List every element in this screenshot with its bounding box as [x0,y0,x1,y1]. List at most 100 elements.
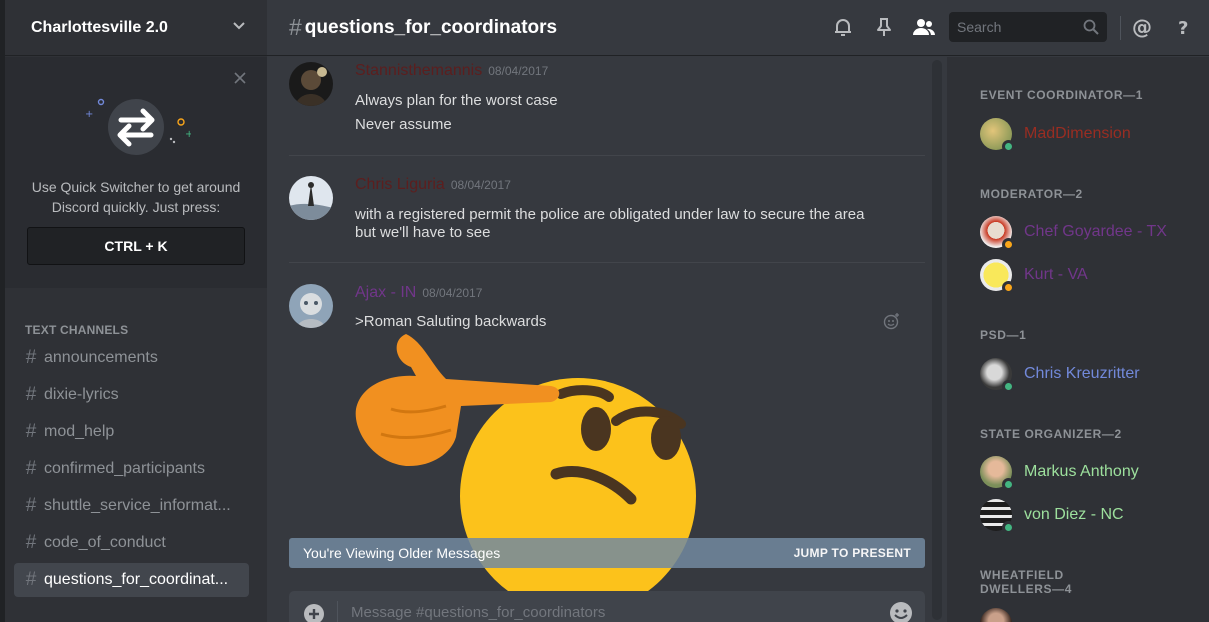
member-name: Kurt - VA [1024,266,1088,283]
member-item[interactable] [980,606,1200,622]
help-icon[interactable]: ? [1172,15,1196,39]
search-icon [1083,19,1099,35]
toolbar-divider [1120,16,1121,40]
avatar[interactable] [289,284,333,328]
hashtag-icon: # [25,458,37,479]
members-icon[interactable] [912,15,936,39]
server-name: Charlottesville 2.0 [31,18,168,36]
emoji-picker-icon[interactable] [889,601,913,622]
status-online-indicator [1002,521,1015,534]
message-text: Always plan for the worst case [355,92,558,109]
member-name: von Diez - NC [1024,506,1124,523]
status-idle-indicator [1002,238,1015,251]
mention-icon[interactable]: @ [1130,15,1154,39]
role-header: EVENT COORDINATOR—1 [980,88,1143,102]
hashtag-icon: # [25,569,37,590]
search-input[interactable]: Search [949,12,1107,42]
svg-text:@: @ [1132,15,1152,39]
timestamp: 08/04/2017 [450,178,511,192]
channel-mod-help[interactable]: # mod_help [14,415,249,449]
member-item[interactable]: Chris Kreuzritter [980,356,1200,393]
author-name[interactable]: Ajax - IN [355,284,416,301]
status-online-indicator [1002,140,1015,153]
avatar[interactable] [289,176,333,220]
channel-label: mod_help [44,423,115,440]
member-list[interactable]: EVENT COORDINATOR—1 MadDimension MODERAT… [947,57,1209,622]
channel-announcements[interactable]: # announcements [14,341,249,375]
quick-switcher-promo: + + Use Quick Switcher to get around Dis… [5,57,267,288]
channel-questions-for-coordinators[interactable]: # questions_for_coordinat... [14,563,249,597]
member-item[interactable]: MadDimension [980,116,1200,153]
message-text: >Roman Saluting backwards [355,313,547,330]
avatar [980,358,1015,393]
hashtag-icon: # [25,421,37,442]
hashtag-icon: # [25,347,37,368]
chevron-down-icon [233,22,245,30]
svg-text:?: ? [1178,18,1188,39]
channel-code-of-conduct[interactable]: # code_of_conduct [14,526,249,560]
role-header: MODERATOR—2 [980,187,1083,201]
search-placeholder: Search [957,19,1002,35]
older-messages-bar[interactable]: You're Viewing Older Messages JUMP TO PR… [289,538,925,568]
role-header: PSD—1 [980,328,1027,342]
channel-shuttle-service[interactable]: # shuttle_service_informat... [14,489,249,523]
timestamp: 08/04/2017 [422,286,483,300]
author-name[interactable]: Stannisthemannis [355,62,482,79]
avatar [980,456,1015,491]
server-header[interactable]: Charlottesville 2.0 [5,0,267,56]
member-name: Markus Anthony [1024,463,1139,480]
message-text: but we'll have to see [355,224,491,241]
svg-text:+: + [185,129,191,140]
upload-plus-icon[interactable] [303,603,325,622]
jump-to-present-button[interactable]: JUMP TO PRESENT [794,546,911,560]
channel-title: # questions_for_coordinators [289,14,557,41]
channel-label: dixie-lyrics [44,386,119,403]
avatar [980,216,1015,251]
shortcut-key: CTRL + K [27,227,245,265]
channel-header: # questions_for_coordinators Search @ ? [267,0,1209,56]
quick-switcher-tip: Use Quick Switcher to get around Discord… [31,179,241,215]
composer-divider [337,601,338,622]
close-icon[interactable] [233,71,247,85]
member-item[interactable]: Chef Goyardee - TX [980,214,1200,251]
member-name: Chef Goyardee - TX [1024,223,1167,240]
hashtag-icon: # [289,14,302,40]
role-header: STATE ORGANIZER—2 [980,427,1122,441]
add-reaction-icon[interactable] [883,312,901,330]
svg-text:+: + [85,109,93,120]
hashtag-icon: # [25,532,37,553]
channel-title-text: questions_for_coordinators [304,16,558,38]
pin-icon[interactable] [872,15,896,39]
channel-confirmed-participants[interactable]: # confirmed_participants [14,452,249,486]
channel-category-label[interactable]: TEXT CHANNELS [25,323,128,337]
member-name: Chris Kreuzritter [1024,365,1140,382]
status-idle-indicator [1002,281,1015,294]
channel-label: shuttle_service_informat... [44,497,231,514]
message-header: Chris Liguria 08/04/2017 [355,176,511,194]
status-online-indicator [1002,380,1015,393]
avatar [980,499,1015,534]
role-header: WHEATFIELD DWELLERS—4 [980,568,1073,596]
message-text: with a registered permit the police are … [355,206,865,223]
avatar [980,259,1015,294]
quick-switcher-illustration: + + [85,98,191,155]
avatar [980,608,1012,622]
message-composer[interactable]: Message #questions_for_coordinators [289,591,925,622]
message-input[interactable]: Message #questions_for_coordinators [351,604,605,621]
avatar[interactable] [289,62,333,106]
member-item[interactable]: Markus Anthony [980,454,1200,491]
channel-label: code_of_conduct [44,534,166,551]
bell-icon[interactable] [831,15,855,39]
channel-label: questions_for_coordinat... [44,571,229,588]
hashtag-icon: # [25,384,37,405]
older-messages-text: You're Viewing Older Messages [303,545,501,561]
member-item[interactable]: von Diez - NC [980,497,1200,534]
channel-label: confirmed_participants [44,460,205,477]
message-scrollbar[interactable] [932,60,942,620]
channel-label: announcements [44,349,158,366]
avatar [980,118,1015,153]
author-name[interactable]: Chris Liguria [355,176,445,193]
channel-dixie-lyrics[interactable]: # dixie-lyrics [14,378,249,412]
member-item[interactable]: Kurt - VA [980,257,1200,294]
message-divider [289,155,925,156]
